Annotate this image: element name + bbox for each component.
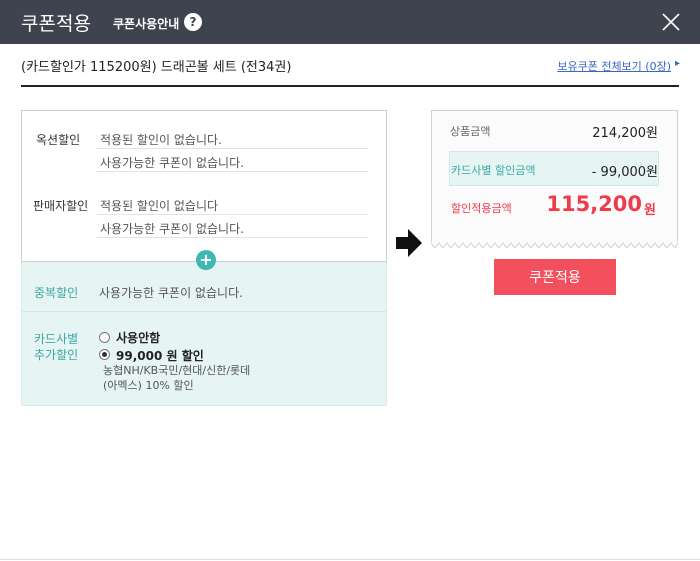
card-discount-desc-line1: 농협NH/KB국민/현대/신한/롯데: [103, 364, 251, 377]
seller-discount-applied: 적용된 할인이 없습니다: [100, 199, 219, 213]
product-name: (카드할인가 115200원) 드래곤볼 세트 (전34권): [21, 60, 292, 75]
card-discount-amount-label: 카드사별 할인금액: [451, 164, 536, 177]
card-discount-desc-line2: (아멕스) 10% 할인: [103, 379, 194, 392]
plus-icon[interactable]: +: [196, 250, 216, 270]
duplicate-discount-label: 중복할인: [34, 286, 79, 300]
seller-discount-label: 판매자할인: [33, 199, 89, 213]
help-icon[interactable]: ?: [184, 13, 202, 31]
final-amount-unit: 원: [644, 203, 656, 218]
arrow-right-icon: [396, 229, 422, 257]
close-icon[interactable]: [660, 11, 682, 33]
card-discount-radio[interactable]: [99, 349, 110, 360]
option-discount-applied: 적용된 할인이 없습니다.: [100, 133, 222, 147]
bottom-divider: [0, 559, 700, 560]
receipt-zigzag-edge: [431, 241, 678, 249]
teal-divider: [22, 311, 386, 312]
card-none-radio[interactable]: [99, 332, 110, 343]
card-discount-amount-value: - 99,000원: [591, 165, 658, 180]
dialog-title: 쿠폰적용: [21, 13, 91, 35]
card-discount-label-line2: 추가할인: [34, 348, 79, 362]
row-divider: [97, 148, 368, 149]
section-divider: [21, 85, 679, 87]
seller-discount-available: 사용가능한 쿠폰이 없습니다.: [100, 222, 244, 236]
card-discount-option-label[interactable]: 99,000 원 할인: [116, 347, 204, 364]
dialog-header: 쿠폰적용 쿠폰사용안내 ?: [0, 0, 700, 44]
final-amount-label: 할인적용금액: [451, 202, 512, 215]
all-coupons-link[interactable]: 보유쿠폰 전체보기 (0장): [557, 58, 671, 74]
option-discount-available: 사용가능한 쿠폰이 없습니다.: [100, 156, 244, 170]
row-divider: [97, 171, 368, 172]
apply-coupon-button[interactable]: 쿠폰적용: [494, 259, 616, 295]
row-divider: [97, 237, 368, 238]
card-none-label[interactable]: 사용안함: [116, 329, 160, 346]
product-amount-label: 상품금액: [450, 125, 491, 138]
coupon-guide-link[interactable]: 쿠폰사용안내: [113, 15, 179, 32]
row-divider: [97, 214, 368, 215]
product-amount-value: 214,200원: [592, 126, 658, 141]
final-amount-value: 115,200: [546, 192, 642, 216]
card-discount-label-line1: 카드사별: [34, 332, 79, 346]
chevron-right-icon: ▸: [675, 58, 681, 69]
option-discount-label: 옥션할인: [36, 133, 81, 147]
duplicate-discount-text: 사용가능한 쿠폰이 없습니다.: [99, 286, 243, 300]
